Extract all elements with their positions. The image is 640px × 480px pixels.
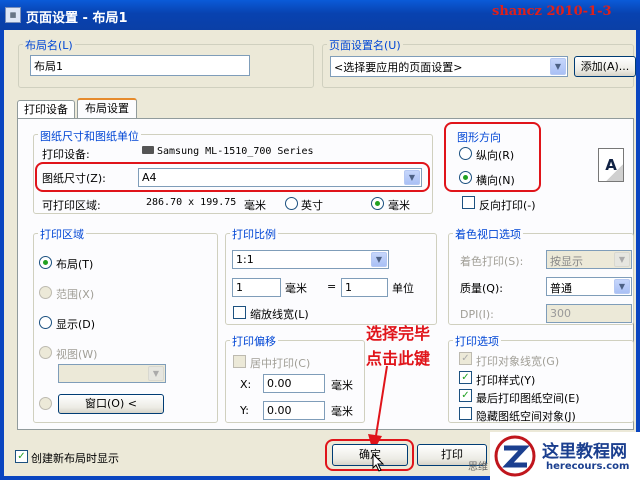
scale-select[interactable]: 1:1 ▼ (232, 250, 389, 269)
hide-objects-label: 隐藏图纸空间对象(J) (476, 410, 576, 423)
display-radio-label: 显示(D) (56, 318, 96, 331)
offset-x-unit: 毫米 (331, 379, 353, 392)
chevron-down-icon: ▼ (614, 252, 630, 267)
offset-y-label: Y: (240, 404, 249, 417)
portrait-radio[interactable] (459, 147, 472, 160)
display-radio[interactable] (39, 316, 52, 329)
center-plot-checkbox[interactable] (233, 355, 246, 368)
extents-radio[interactable] (39, 286, 52, 299)
layout-name-label: 布局名(L) (23, 37, 75, 53)
window-radio[interactable] (39, 397, 52, 410)
plot-styles-checkbox[interactable]: ✓ (459, 371, 472, 384)
tab-plot-device[interactable]: 打印设备 (17, 100, 75, 118)
inch-label: 英寸 (301, 199, 323, 212)
annotation-line1: 选择完毕 (366, 324, 431, 343)
layout-radio[interactable] (39, 256, 52, 269)
portrait-label: 纵向(R) (476, 149, 515, 162)
view-radio-label: 视图(W) (56, 348, 98, 361)
plot-offset-group-label: 打印偏移 (230, 333, 278, 349)
shade-plot-select[interactable]: 按显示 ▼ (546, 250, 632, 269)
plot-area-group-label: 打印区域 (38, 226, 86, 242)
offset-x-input[interactable]: 0.00 (263, 374, 325, 393)
scale-mm-unit: 毫米 (285, 282, 307, 295)
quality-label: 质量(Q): (460, 282, 503, 295)
chevron-down-icon: ▼ (148, 366, 164, 381)
app-icon: ▦ (5, 7, 21, 23)
device-label: 打印设备: (42, 148, 90, 161)
chevron-down-icon: ▼ (371, 252, 387, 267)
plot-scale-group-label: 打印比例 (230, 226, 278, 242)
scale-units-input[interactable]: 1 (341, 278, 388, 297)
paper-size-group-label: 图纸尺寸和图纸单位 (38, 128, 141, 144)
logo-title: 这里教程网 (542, 442, 627, 462)
help-button-partial[interactable]: 思维 (468, 458, 488, 473)
layout-radio-label: 布局(T) (56, 258, 94, 271)
quality-select[interactable]: 普通 ▼ (546, 277, 632, 296)
quality-value: 普通 (550, 282, 572, 295)
orientation-preview-icon: A (598, 148, 624, 182)
printable-area-unit: 毫米 (244, 199, 266, 212)
view-select[interactable]: ▼ (58, 364, 166, 383)
offset-y-input[interactable]: 0.00 (263, 401, 325, 420)
logo-z-icon (494, 435, 536, 477)
paperspace-last-checkbox[interactable]: ✓ (459, 389, 472, 402)
landscape-radio[interactable] (459, 171, 472, 184)
extents-radio-label: 范围(X) (56, 288, 95, 301)
reverse-plot-label: 反向打印(-) (479, 199, 536, 212)
layout-name-input[interactable]: 布局1 (30, 55, 250, 76)
paper-size-value: A4 (142, 171, 157, 184)
ok-button[interactable]: 确定 (332, 444, 408, 466)
dpi-label: DPI(I): (460, 308, 494, 321)
logo-url: herecours.com (546, 461, 630, 472)
mm-label: 毫米 (388, 199, 410, 212)
offset-y-unit: 毫米 (331, 405, 353, 418)
site-logo: 这里教程网 herecours.com (490, 432, 640, 480)
chevron-down-icon: ▼ (404, 170, 420, 185)
page-setup-name-value: <选择要应用的页面设置> (334, 61, 463, 74)
create-new-layout-label: 创建新布局时显示 (31, 452, 119, 465)
shaded-viewport-group-label: 着色视口选项 (453, 226, 523, 242)
device-value: Samsung ML-1510_700 Series (142, 146, 314, 157)
reverse-plot-checkbox[interactable] (462, 196, 475, 209)
plot-options-group-label: 打印选项 (453, 333, 501, 349)
inch-radio[interactable] (285, 197, 298, 210)
orientation-group-label: 图形方向 (457, 131, 501, 144)
window-title: 页面设置 - 布局1 (26, 11, 128, 26)
add-page-setup-button[interactable]: 添加(A)... (574, 56, 636, 77)
page-setup-name-select[interactable]: <选择要应用的页面设置> ▼ (330, 56, 568, 77)
dpi-input[interactable]: 300 (546, 304, 632, 323)
tab-layout-settings[interactable]: 布局设置 (77, 98, 137, 119)
scale-lineweights-label: 缩放线宽(L) (250, 308, 309, 321)
scale-mm-input[interactable]: 1 (232, 278, 281, 297)
create-new-layout-checkbox[interactable]: ✓ (15, 450, 28, 463)
shade-plot-value: 按显示 (550, 255, 583, 268)
center-plot-label: 居中打印(C) (250, 357, 311, 370)
offset-x-label: X: (240, 378, 252, 391)
scale-equals: = (327, 280, 337, 293)
scale-lineweights-checkbox[interactable] (233, 306, 246, 319)
page-setup-name-label: 页面设置名(U) (327, 37, 403, 53)
plot-styles-label: 打印样式(Y) (476, 374, 536, 387)
hide-objects-checkbox[interactable] (459, 407, 472, 420)
chevron-down-icon: ▼ (550, 58, 566, 75)
paper-size-select[interactable]: A4 ▼ (138, 168, 422, 187)
printable-area-value: 286.70 x 199.75 (146, 197, 237, 208)
paperspace-last-label: 最后打印图纸空间(E) (476, 392, 580, 405)
printer-icon (142, 146, 154, 154)
scale-units-unit: 单位 (392, 282, 414, 295)
landscape-label: 横向(N) (476, 174, 515, 187)
mouse-cursor-icon (372, 453, 385, 472)
shade-plot-label: 着色打印(S): (460, 255, 524, 268)
plot-lineweights-checkbox[interactable]: ✓ (459, 352, 472, 365)
printable-area-label: 可打印区域: (42, 199, 101, 212)
paper-size-label: 图纸尺寸(Z): (42, 172, 106, 185)
window-button[interactable]: 窗口(O) < (58, 394, 164, 414)
watermark: shancz 2010-1-3 (492, 4, 612, 19)
scale-value: 1:1 (236, 253, 254, 266)
view-radio[interactable] (39, 346, 52, 359)
mm-radio[interactable] (371, 197, 384, 210)
chevron-down-icon: ▼ (614, 279, 630, 294)
plot-lineweights-label: 打印对象线宽(G) (476, 355, 560, 368)
